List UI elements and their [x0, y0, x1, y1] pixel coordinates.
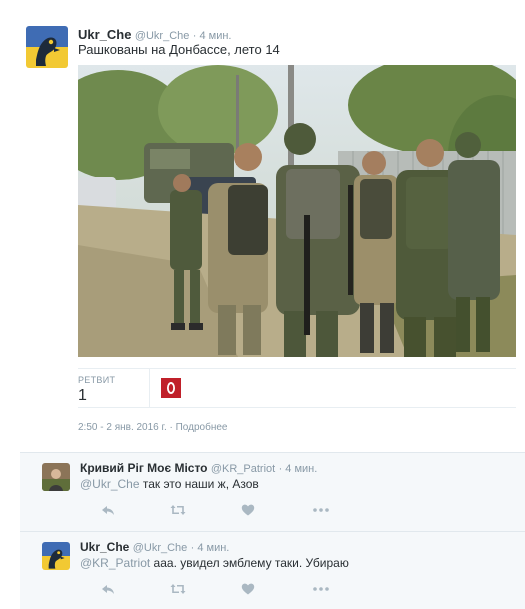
- reply-mention[interactable]: @Ukr_Che: [80, 477, 140, 491]
- reply-header: Ukr_Che @Ukr_Che · 4 мин.: [80, 540, 229, 554]
- stats-divider: [149, 369, 150, 407]
- retweets-label: РЕТВИТ: [78, 375, 116, 385]
- avatar-image: [42, 542, 70, 570]
- author-handle[interactable]: @Ukr_Che: [135, 30, 190, 42]
- reply-author-name[interactable]: Кривий Ріг Моє Місто: [80, 461, 208, 475]
- retweets-count[interactable]: 1: [78, 387, 87, 405]
- tweet-photo[interactable]: [78, 65, 516, 357]
- reply-text: @KR_Patriot ааа. увидел эмблему таки. Уб…: [80, 556, 349, 570]
- reply-author-handle[interactable]: @Ukr_Che: [133, 542, 188, 554]
- reply-mention[interactable]: @KR_Patriot: [80, 556, 150, 570]
- author-name[interactable]: Ukr_Che: [78, 27, 131, 42]
- tweet-stats: РЕТВИТ 1: [78, 368, 516, 408]
- tweet-time[interactable]: · 4 мин.: [193, 30, 232, 42]
- tweet-timestamp: 2:50 - 2 янв. 2016 г.: [78, 422, 167, 433]
- reply-author-handle[interactable]: @KR_Patriot: [211, 463, 275, 475]
- avatar[interactable]: [42, 542, 70, 570]
- reply-actions: [80, 582, 340, 598]
- reply-body: ааа. увидел эмблему таки. Убираю: [150, 556, 349, 570]
- reply-time[interactable]: · 4 мин.: [279, 463, 318, 475]
- heart-icon[interactable]: [240, 503, 256, 519]
- details-link[interactable]: · Подробнее: [170, 422, 228, 433]
- avatar[interactable]: [26, 26, 68, 68]
- avatar[interactable]: [42, 463, 70, 491]
- avatar-image: [26, 26, 68, 68]
- main-tweet: Ukr_Che @Ukr_Che · 4 мин. Рашкованы на Д…: [0, 0, 525, 450]
- reply-actions: [80, 503, 340, 519]
- retweet-icon[interactable]: [170, 582, 186, 598]
- reply-arrow-icon[interactable]: [100, 503, 116, 519]
- retweeter-logo-icon: [161, 378, 181, 398]
- reply-body: так это наши ж, Азов: [139, 477, 259, 491]
- reply-author-name[interactable]: Ukr_Che: [80, 540, 129, 554]
- tweet-meta: 2:50 - 2 янв. 2016 г. · Подробнее: [78, 422, 227, 433]
- reply-item[interactable]: Ukr_Che @Ukr_Che · 4 мин. @KR_Patriot аа…: [20, 531, 525, 606]
- replies-section: Кривий Ріг Моє Місто @KR_Patriot · 4 мин…: [20, 452, 525, 609]
- reply-text: @Ukr_Che так это наши ж, Азов: [80, 477, 259, 491]
- heart-icon[interactable]: [240, 582, 256, 598]
- reply-item[interactable]: Кривий Ріг Моє Місто @KR_Patriot · 4 мин…: [20, 453, 525, 528]
- retweeter-avatar[interactable]: [161, 378, 181, 398]
- retweet-icon[interactable]: [170, 503, 186, 519]
- more-dots-icon[interactable]: [310, 582, 332, 598]
- reply-header: Кривий Ріг Моє Місто @KR_Patriot · 4 мин…: [80, 461, 317, 475]
- tweet-header: Ukr_Che @Ukr_Che · 4 мин.: [78, 27, 231, 42]
- more-dots-icon[interactable]: [310, 503, 332, 519]
- photo-image: [78, 65, 516, 357]
- tweet-text: Рашкованы на Донбассе, лето 14: [78, 42, 280, 57]
- reply-time[interactable]: · 4 мин.: [191, 542, 230, 554]
- avatar-image: [42, 463, 70, 491]
- reply-arrow-icon[interactable]: [100, 582, 116, 598]
